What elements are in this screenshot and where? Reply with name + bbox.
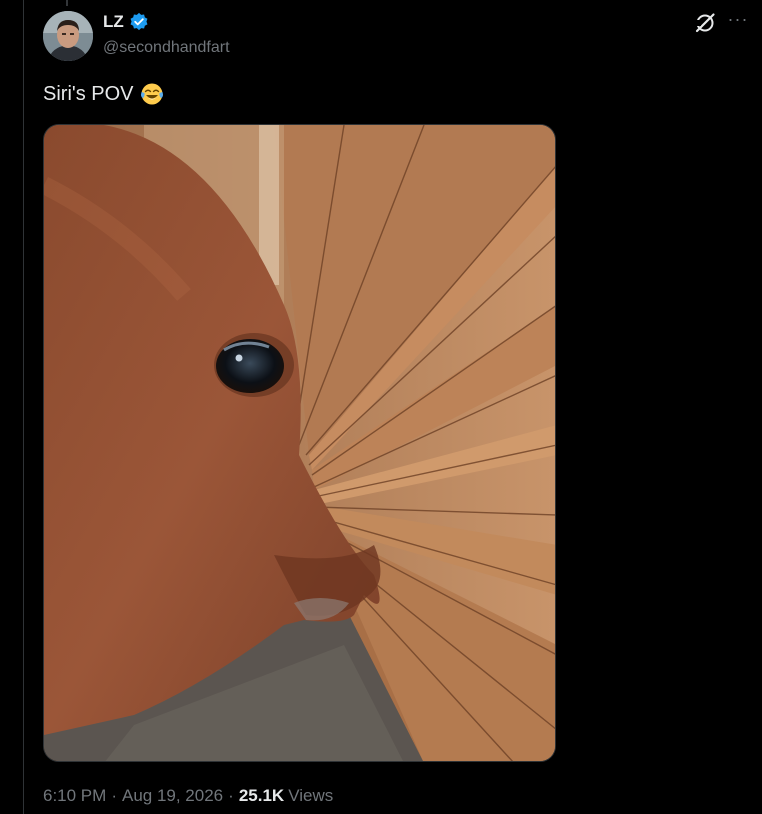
face-with-tears-of-joy-icon (140, 83, 163, 105)
views-label[interactable]: Views (288, 786, 333, 806)
tweet-text: Siri's POV (43, 82, 164, 106)
verified-badge-icon[interactable] (129, 12, 149, 32)
tweet-meta: 6:10 PM · Aug 19, 2026 · 25.1K Views (43, 786, 333, 806)
avatar[interactable] (43, 11, 93, 61)
horse-photo (44, 125, 555, 761)
user-handle[interactable]: @secondhandfart (103, 39, 230, 57)
views-count[interactable]: 25.1K (239, 786, 284, 806)
tweet-date[interactable]: Aug 19, 2026 (122, 786, 223, 806)
avatar-image (43, 11, 93, 61)
meta-separator: · (228, 786, 234, 805)
display-name[interactable]: LZ (103, 12, 124, 32)
tweet-media-photo[interactable] (43, 124, 556, 762)
tweet: LZ @secondhandfart ··· Siri's POV 6:10 P… (24, 0, 762, 814)
grok-button[interactable] (694, 12, 716, 34)
tweet-text-body: Siri's POV (43, 82, 134, 105)
name-row: LZ (103, 12, 149, 32)
grok-icon (695, 13, 715, 33)
tweet-time[interactable]: 6:10 PM (43, 786, 106, 806)
meta-separator: · (111, 786, 117, 805)
more-options-icon[interactable]: ··· (726, 10, 750, 32)
